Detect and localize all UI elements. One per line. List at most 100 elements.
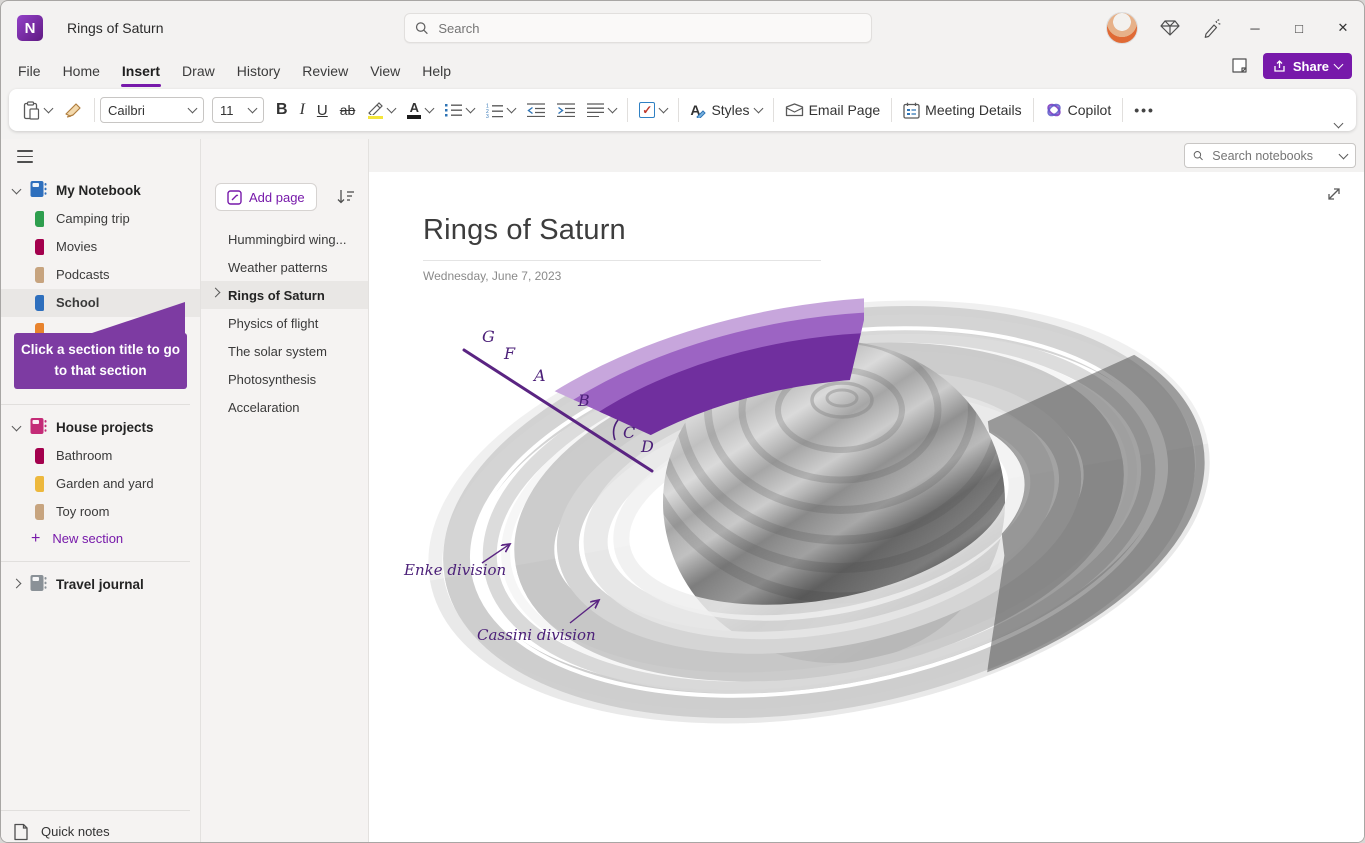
page-canvas[interactable]: Rings of Saturn Wednesday, June 7, 2023	[369, 172, 1364, 843]
numbered-list-button[interactable]: 1 2 3	[480, 95, 521, 125]
sidebar-section-toy-room[interactable]: Toy room	[1, 498, 200, 526]
notebook-search-chevron-icon	[1339, 149, 1349, 159]
menu-file[interactable]: File	[7, 59, 52, 83]
page-title[interactable]: Rings of Saturn	[423, 214, 1364, 247]
content-top-strip	[369, 139, 1364, 172]
sort-pages-icon[interactable]	[337, 189, 354, 205]
section-color-tab	[35, 504, 44, 520]
minimize-button[interactable]: ─	[1244, 21, 1266, 36]
premium-diamond-icon[interactable]	[1160, 19, 1180, 37]
page-item-rings-of-saturn[interactable]: Rings of Saturn	[201, 281, 368, 309]
ribbon-collapse-chevron-icon[interactable]	[1334, 119, 1344, 129]
highlighter-chevron-icon	[387, 104, 397, 114]
add-page-label: Add page	[249, 190, 305, 205]
sidebar-section-podcasts[interactable]: Podcasts	[1, 261, 200, 289]
sidebar-section-camping-trip[interactable]: Camping trip	[1, 205, 200, 233]
bullet-list-button[interactable]	[439, 95, 480, 125]
sidebar-divider	[1, 404, 190, 405]
increase-indent-button[interactable]	[551, 95, 581, 125]
email-page-button[interactable]: Email Page	[779, 95, 887, 125]
menu-insert[interactable]: Insert	[111, 59, 171, 83]
section-color-tab	[35, 267, 44, 283]
notebook-my-notebook[interactable]: My Notebook	[1, 177, 200, 205]
bold-button[interactable]: B	[270, 95, 294, 125]
notebooks-sidebar: My NotebookCamping tripMoviesPodcastsSch…	[1, 139, 201, 843]
paste-button[interactable]	[17, 95, 58, 125]
navigation-menu-button[interactable]	[17, 150, 33, 163]
font-name-select[interactable]: Cailbri	[100, 97, 204, 123]
menu-draw[interactable]: Draw	[171, 59, 226, 83]
sidebar-divider	[1, 561, 190, 562]
notebook-house-projects[interactable]: House projects	[1, 414, 200, 442]
share-button[interactable]: Share	[1263, 53, 1352, 79]
maximize-button[interactable]: □	[1288, 21, 1310, 36]
italic-icon: I	[300, 101, 305, 119]
notebook-label: Travel journal	[56, 577, 144, 592]
ribbon-overflow-button[interactable]: •••	[1128, 102, 1161, 118]
notebook-travel-journal[interactable]: Travel journal	[1, 571, 200, 599]
global-search-input[interactable]	[436, 20, 861, 37]
section-color-tab	[35, 476, 44, 492]
sidebar-section-movies[interactable]: Movies	[1, 233, 200, 261]
menu-bar: FileHomeInsertDrawHistoryReviewViewHelp …	[1, 55, 1364, 87]
meeting-details-button[interactable]: Meeting Details	[897, 95, 1028, 125]
svg-text:C: C	[623, 423, 635, 442]
global-search-box[interactable]	[404, 13, 872, 43]
sidebar-section-garden-and-yard[interactable]: Garden and yard	[1, 470, 200, 498]
add-page-button[interactable]: Add page	[215, 183, 317, 211]
notebook-search-box[interactable]	[1184, 143, 1356, 168]
strikethrough-button[interactable]: ab	[334, 95, 362, 125]
menu-review[interactable]: Review	[291, 59, 359, 83]
styles-button[interactable]: A Styles	[684, 95, 767, 125]
font-color-button[interactable]: A	[401, 95, 439, 125]
pages-panel: Add page Hummingbird wing... Weather patt…	[201, 139, 369, 843]
notebook-label: My Notebook	[56, 183, 141, 198]
notebook-tree: My NotebookCamping tripMoviesPodcastsSch…	[1, 167, 200, 810]
menu-items: FileHomeInsertDrawHistoryReviewViewHelp	[7, 59, 462, 83]
page-item-photosynthesis[interactable]: Photosynthesis	[201, 365, 368, 393]
page-item-hummingbird-wing[interactable]: Hummingbird wing...	[201, 225, 368, 253]
onenote-window: N Rings of Saturn ─ □ ✕ FileHomeInsertDr…	[0, 0, 1365, 843]
menu-view[interactable]: View	[359, 59, 411, 83]
menu-history[interactable]: History	[226, 59, 292, 83]
page-item-accelaration[interactable]: Accelaration	[201, 393, 368, 421]
highlighter-icon	[367, 102, 383, 119]
underline-button[interactable]: U	[311, 95, 334, 125]
share-label: Share	[1293, 59, 1329, 74]
saturn-figure[interactable]: G F A B C D Enke division Cassini divisi…	[394, 292, 1234, 777]
page-item-weather-patterns[interactable]: Weather patterns	[201, 253, 368, 281]
ribbon-toolbar: Cailbri 11 B I U ab A	[9, 89, 1356, 131]
highlighter-button[interactable]	[361, 95, 401, 125]
sidebar-section-bathroom[interactable]: Bathroom	[1, 442, 200, 470]
teaching-tooltip: Click a section title to go to that sect…	[14, 333, 187, 389]
close-button[interactable]: ✕	[1332, 20, 1354, 36]
font-size-select[interactable]: 11	[212, 97, 264, 123]
italic-button[interactable]: I	[294, 95, 311, 125]
new-section-label: New section	[52, 531, 123, 546]
feedback-pen-icon[interactable]	[1202, 18, 1222, 38]
expand-canvas-icon[interactable]	[1325, 185, 1343, 203]
account-avatar[interactable]	[1106, 12, 1138, 44]
new-section-button[interactable]: +New section	[1, 526, 200, 552]
quick-notes-label: Quick notes	[41, 824, 110, 839]
menu-help[interactable]: Help	[411, 59, 462, 83]
format-painter-button[interactable]	[58, 95, 89, 125]
enke-division-label: Enke division	[403, 561, 506, 579]
menu-home[interactable]: Home	[52, 59, 111, 83]
page-item-label: Weather patterns	[228, 260, 327, 275]
section-label: Bathroom	[56, 448, 112, 463]
copilot-button[interactable]: Copilot	[1039, 95, 1118, 125]
todo-tag-button[interactable]: ✓	[633, 95, 673, 125]
page-item-the-solar-system[interactable]: The solar system	[201, 337, 368, 365]
section-label: Garden and yard	[56, 476, 154, 491]
sticky-note-icon[interactable]	[1229, 56, 1249, 76]
alignment-button[interactable]	[581, 95, 622, 125]
cassini-division-label: Cassini division	[477, 626, 596, 644]
decrease-indent-button[interactable]	[521, 95, 551, 125]
notebook-search-input[interactable]	[1210, 148, 1333, 164]
decrease-indent-icon	[527, 103, 545, 117]
page-item-physics-of-flight[interactable]: Physics of flight	[201, 309, 368, 337]
quick-notes-button[interactable]: Quick notes	[1, 810, 190, 843]
numbered-list-chevron-icon	[507, 104, 517, 114]
styles-label: Styles	[711, 102, 749, 118]
